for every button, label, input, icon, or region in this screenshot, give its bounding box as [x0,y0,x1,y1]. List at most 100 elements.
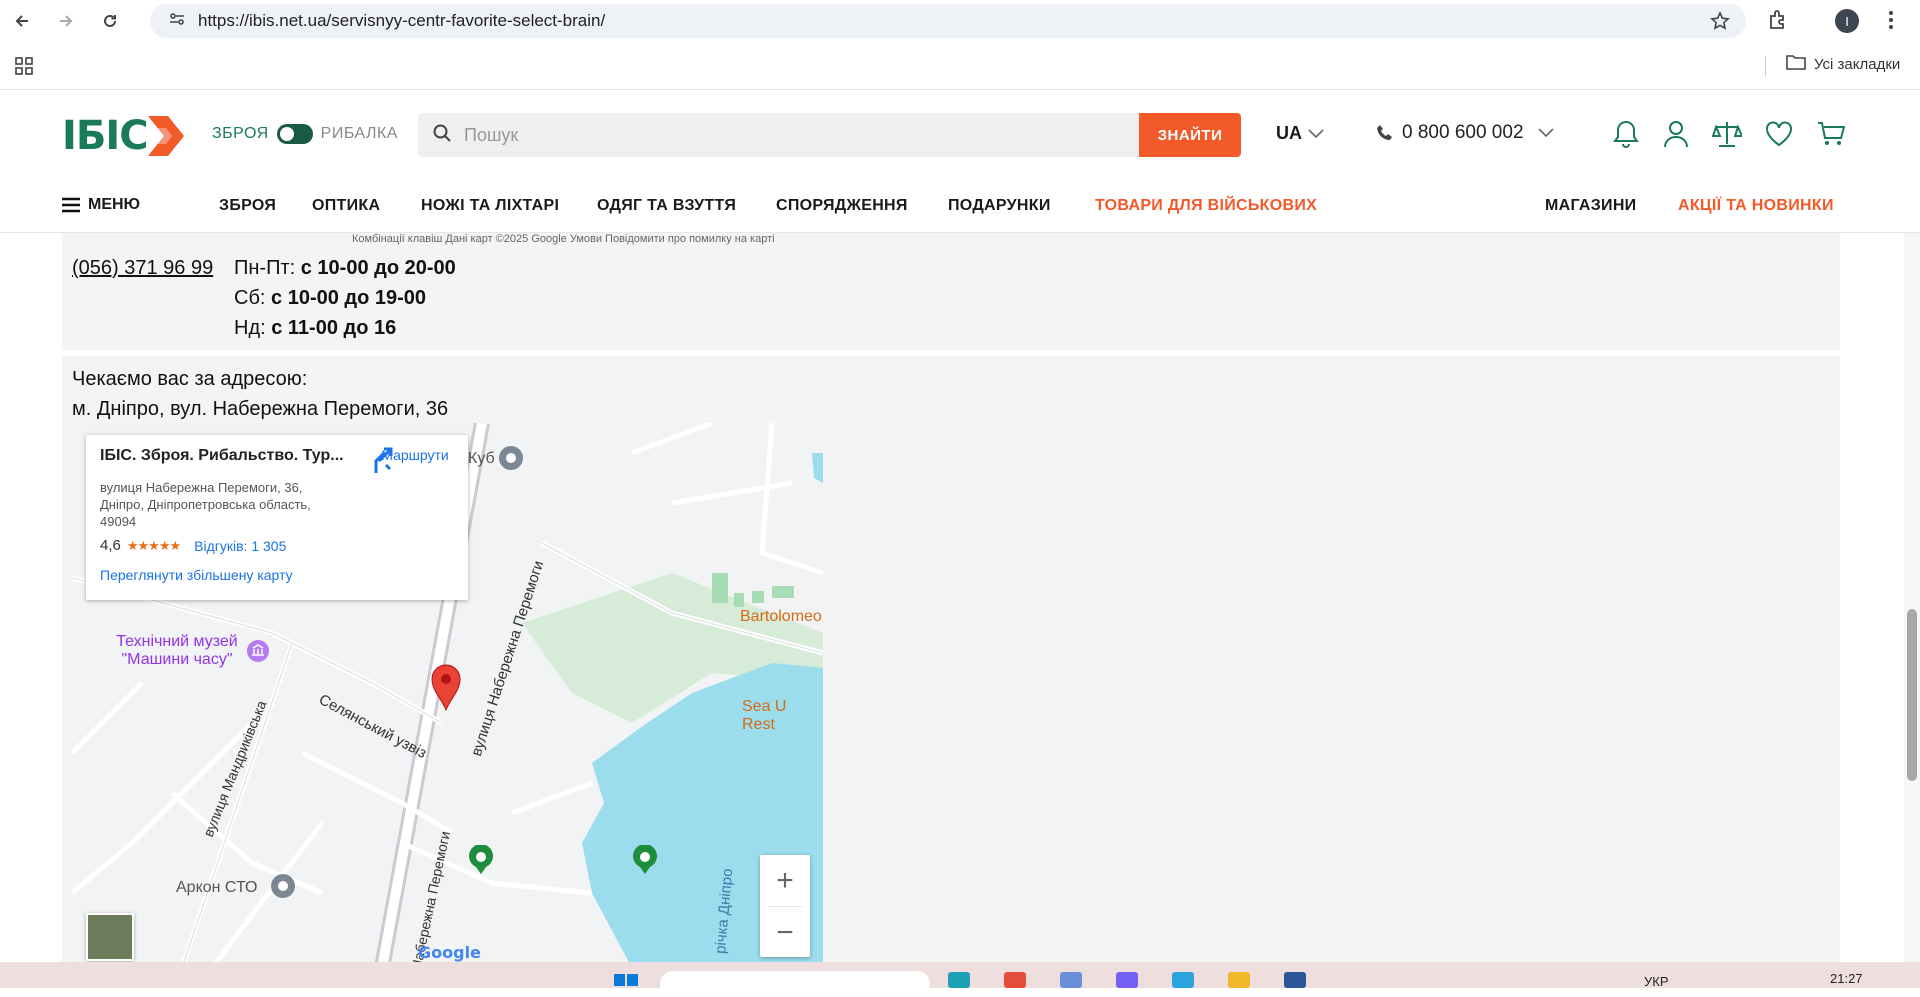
extensions-icon[interactable] [1766,8,1790,37]
map-attribution-strip: Комбінації клавіш Дані карт ©2025 Google… [352,233,775,245]
hours-row: Сб: с 10-00 до 19-00 [234,287,426,310]
page-scrollbar[interactable] [1904,233,1920,962]
map-poi-kub[interactable]: Куб [468,450,495,468]
directions-icon [374,447,393,473]
url-text: https://ibis.net.ua/servisnyy-centr-favo… [198,11,606,30]
hotline-number: 0 800 600 002 [1402,122,1524,143]
phone-icon [1377,125,1392,140]
google-logo: Google [418,943,481,962]
search-icon [432,123,452,148]
clock-time[interactable]: 21:27 [1830,971,1863,986]
search-button[interactable]: ЗНАЙТИ [1139,113,1241,157]
page-content: Комбінації клавіш Дані карт ©2025 Google… [0,233,1920,962]
nav-clothing-shoes[interactable]: ОДЯГ ТА ВЗУТТЯ [597,197,736,215]
hamburger-icon [62,197,80,213]
hours-day: Пн-Пт: [234,257,296,279]
header-icons [1612,119,1846,154]
back-icon[interactable] [0,0,44,42]
chevron-down-icon [1308,128,1324,138]
nav-optics[interactable]: ОПТИКА [312,197,380,215]
map-place-card: ІБІС. Зброя. Рибальство. Тур... вулиця Н… [86,435,468,600]
folder-icon [1786,54,1806,74]
apps-grid-icon[interactable] [14,56,34,81]
menu-label: МЕНЮ [88,196,141,213]
address-intro: Чекаємо вас за адресою: [72,368,308,390]
google-map[interactable]: Технічний музей "Машини часу" вулиця Наб… [72,423,823,962]
wishlist-heart-icon[interactable] [1764,119,1794,154]
site-header: ІБІС ЗБРОЯ РИБАЛКА ЗНАЙТИ UA 0 800 600 0… [0,91,1920,179]
edge-icon[interactable] [948,972,970,988]
cart-icon[interactable] [1816,119,1846,154]
language-selector[interactable]: UA [1276,123,1324,144]
nav-military-goods[interactable]: ТОВАРИ ДЛЯ ВІЙСЬКОВИХ [1095,197,1317,215]
nav-promo-news[interactable]: АКЦІЇ ТА НОВИНКИ [1678,197,1834,215]
map-poi-arkon[interactable]: Аркон СТО [176,879,257,897]
forward-icon[interactable] [44,0,88,42]
compare-scales-icon[interactable] [1711,119,1744,154]
chevron-down-icon [1537,128,1554,138]
toggle-switch[interactable] [276,124,313,144]
nav-weapons[interactable]: ЗБРОЯ [219,197,276,215]
map-poi-sea[interactable]: Sea U Rest [742,698,823,734]
nav-gifts[interactable]: ПОДАРУНКИ [948,197,1051,215]
browser-toolbar: https://ibis.net.ua/servisnyy-centr-favo… [0,0,1920,42]
nav-stores[interactable]: МАГАЗИНИ [1545,197,1636,215]
toggle-weapons-label[interactable]: ЗБРОЯ [212,125,269,143]
all-bookmarks-folder[interactable]: Усі закладки [1786,54,1900,74]
store-phone-link[interactable]: (056) 371 96 99 [72,257,213,280]
hours-time: с 11-00 до 16 [271,317,397,339]
chrome-icon[interactable] [1004,972,1026,988]
app-icon[interactable] [1060,972,1082,988]
scrollbar-thumb[interactable] [1907,609,1917,781]
category-nav: МЕНЮ ЗБРОЯ ОПТИКА НОЖІ ТА ЛІХТАРІ ОДЯГ Т… [0,179,1920,233]
logo-text: ІБІС [62,113,149,159]
view-larger-map-link[interactable]: Переглянути збільшену карту [100,567,293,583]
ibis-logo[interactable]: ІБІС [62,113,186,159]
nav-knives-flashlights[interactable]: НОЖІ ТА ЛІХТАРІ [421,197,559,215]
all-bookmarks-label: Усі закладки [1814,55,1901,73]
hours-day: Сб: [234,287,266,309]
place-card-rating: 4,6 ★★★★★ Відгуків: 1 305 [100,537,286,554]
place-card-address: вулиця Набережна Перемоги, 36, Дніпро, Д… [100,480,311,529]
address-bar[interactable]: https://ibis.net.ua/servisnyy-centr-favo… [150,4,1746,38]
directions-button[interactable]: Маршрути [370,447,460,473]
language-label: UA [1276,123,1302,143]
browser-menu-icon[interactable] [1888,8,1894,37]
word-icon[interactable] [1284,972,1306,988]
file-explorer-icon[interactable] [1228,972,1250,988]
viber-icon[interactable] [1116,972,1138,988]
store-address: м. Дніпро, вул. Набережна Перемоги, 36 [72,398,449,420]
hours-row: Нд: с 11-00 до 16 [234,317,396,340]
hours-day: Нд: [234,317,266,339]
nav-equipment[interactable]: СПОРЯДЖЕННЯ [776,197,908,215]
hours-time: с 10-00 до 19-00 [271,287,427,309]
telegram-icon[interactable] [1172,972,1194,988]
map-museum-label[interactable]: Технічний музей "Машини часу" [102,633,252,669]
map-poi-bartolomeo[interactable]: Bartolomeo [740,608,822,626]
os-taskbar: УКР 21:27 [0,962,1920,997]
bookmarks-bar: Усі закладки [0,42,1920,90]
reload-icon[interactable] [88,0,132,42]
toggle-fishing-label[interactable]: РИБАЛКА [321,125,398,143]
zoom-in-button[interactable]: + [760,855,810,906]
search-box [418,113,1140,157]
site-info-icon[interactable] [168,10,186,33]
hours-row: Пн-Пт: с 10-00 до 20-00 [234,257,456,280]
weapons-fishing-toggle[interactable]: ЗБРОЯ РИБАЛКА [212,124,398,144]
windows-start-icon[interactable] [612,972,640,993]
keyboard-language[interactable]: УКР [1644,974,1669,989]
taskbar-search[interactable] [660,971,930,997]
menu-button[interactable]: МЕНЮ [62,196,140,214]
place-card-title: ІБІС. Зброя. Рибальство. Тур... [100,447,344,464]
hotline-phone[interactable]: 0 800 600 002 [1376,122,1554,144]
search-input[interactable] [464,124,1064,146]
bookmark-star-icon[interactable] [1710,11,1730,36]
bell-icon[interactable] [1612,119,1640,154]
contact-hours-panel: Комбінації клавіш Дані карт ©2025 Google… [62,233,1840,350]
reviews-link[interactable]: Відгуків: 1 305 [194,538,286,554]
profile-avatar[interactable]: I [1835,9,1859,33]
account-icon[interactable] [1662,119,1690,154]
map-zoom-control: + − [760,855,810,957]
satellite-toggle[interactable] [86,913,134,961]
zoom-out-button[interactable]: − [760,907,810,958]
